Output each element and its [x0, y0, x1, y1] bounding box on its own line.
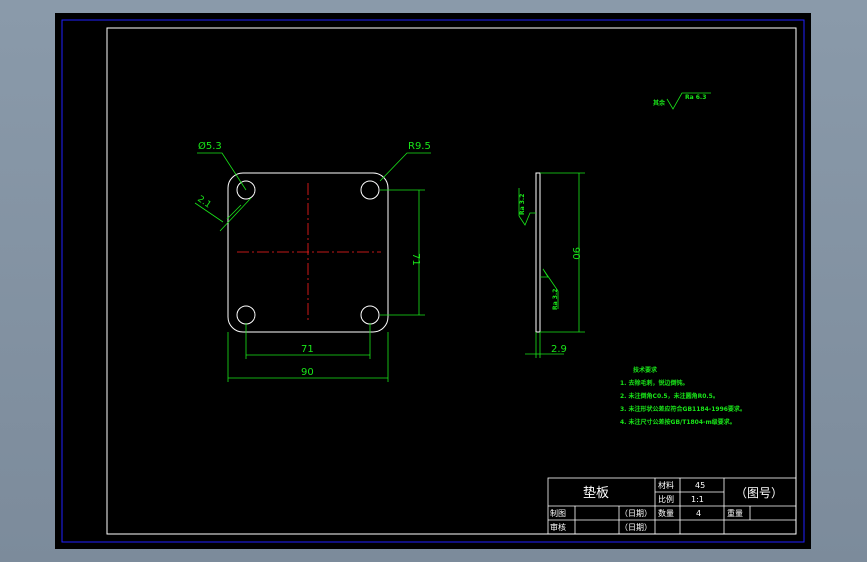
roughness-value: Ra 6.3	[685, 94, 706, 101]
cad-drawing: 其余 Ra 6.3 Ø5.3 R9.5 2.1 71 71 90 90 2.9 …	[61, 19, 805, 543]
side-view-outline	[535, 172, 541, 333]
part-name: 垫板	[583, 485, 609, 501]
material-label: 材料	[658, 480, 674, 490]
drawing-number: （图号）	[735, 486, 783, 500]
tech-req-item-4: 4. 未注尺寸公差按GB/T1804-m级要求。	[620, 418, 736, 426]
side-roughness-bottom: Ra 3.2	[552, 289, 559, 310]
technical-requirements: 技术要求 1. 去除毛刺，锐边倒钝。 2. 未注倒角C0.5，未注圆角R0.5。…	[620, 366, 746, 426]
tech-req-item-2: 2. 未注倒角C0.5，未注圆角R0.5。	[620, 392, 719, 400]
hole-top-right	[360, 180, 380, 200]
hole-bottom-right	[360, 305, 380, 325]
checked-by-label: 审核	[550, 522, 566, 532]
weight-label: 重量	[727, 508, 743, 518]
side-view-dimensions	[518, 172, 585, 358]
checked-date: （日期）	[620, 523, 652, 532]
tech-req-item-1: 1. 去除毛刺，锐边倒钝。	[620, 379, 689, 387]
chamfer-label: 2.1	[195, 194, 212, 210]
side-view	[535, 172, 541, 333]
cad-viewport[interactable]: 其余 Ra 6.3 Ø5.3 R9.5 2.1 71 71 90 90 2.9 …	[55, 13, 811, 549]
drawn-date: （日期）	[620, 509, 652, 518]
hole-spacing-vertical-label: 71	[410, 253, 421, 266]
inner-frame	[106, 27, 797, 535]
quantity-label: 数量	[658, 508, 674, 518]
roughness-prefix: 其余	[653, 99, 666, 107]
front-view-dim-text: Ø5.3 R9.5 2.1 71 71 90	[195, 140, 431, 378]
tech-req-title: 技术要求	[633, 366, 658, 374]
hole-diameter-label: Ø5.3	[198, 140, 222, 152]
scale-label: 比例	[658, 494, 674, 504]
side-roughness-top: Ra 3.2	[519, 194, 526, 215]
side-height-label: 90	[570, 247, 581, 260]
scale-value: 1:1	[691, 495, 704, 504]
corner-radius-label: R9.5	[408, 141, 431, 152]
thickness-label: 2.9	[551, 344, 567, 355]
roughness-note: 其余 Ra 6.3	[653, 92, 711, 110]
material-value: 45	[695, 481, 705, 490]
drawn-by-label: 制图	[550, 508, 566, 518]
quantity-value: 4	[696, 509, 701, 518]
front-view	[227, 172, 389, 333]
tech-req-item-3: 3. 未注形状公差应符合GB1184-1996要求。	[620, 405, 746, 413]
hole-bottom-left	[236, 305, 256, 325]
overall-width-label: 90	[301, 367, 314, 378]
hole-spacing-horizontal-label: 71	[301, 344, 314, 355]
